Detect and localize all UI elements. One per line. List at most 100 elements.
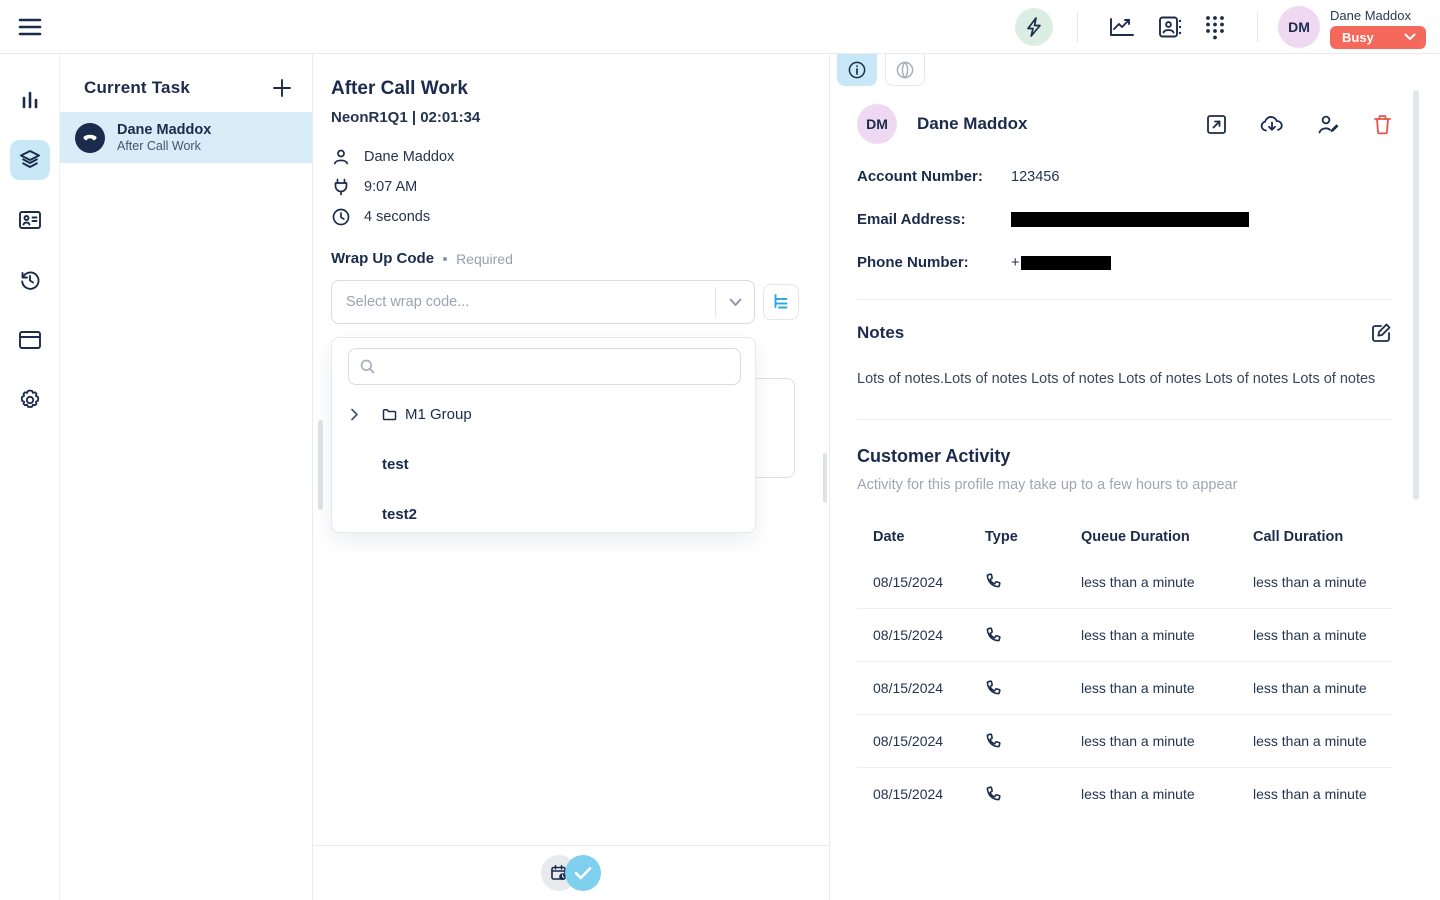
activity-queue-duration: less than a minute <box>1081 733 1253 749</box>
dropdown-search-input[interactable] <box>383 349 740 384</box>
nav-tasks[interactable] <box>0 130 60 190</box>
info-icon <box>847 60 867 80</box>
wrapup-label: Wrap Up Code <box>331 250 434 267</box>
dot-separator <box>443 257 447 261</box>
trash-icon <box>1373 114 1392 135</box>
col-type: Type <box>985 529 1081 545</box>
topbar: DM Dane Maddox Busy <box>0 0 1440 54</box>
wrapup-dropdown: M1 Group test test2 <box>331 337 756 533</box>
user-avatar[interactable]: DM <box>1278 6 1320 48</box>
lightning-icon <box>1025 17 1043 37</box>
contacts-book-icon[interactable] <box>1157 15 1182 39</box>
wrapup-option[interactable]: test2 <box>332 493 755 535</box>
activity-call-duration: less than a minute <box>1253 680 1392 696</box>
split-circle-icon <box>895 60 915 80</box>
plus-icon <box>272 78 292 98</box>
phone-call-icon <box>985 680 1081 697</box>
activity-date: 08/15/2024 <box>873 786 985 802</box>
history-icon <box>10 260 50 300</box>
dropdown-search[interactable] <box>348 348 741 385</box>
start-time: 9:07 AM <box>364 179 417 195</box>
task-footer <box>313 845 829 900</box>
complete-task-button[interactable] <box>565 855 601 891</box>
phone-prefix: + <box>1011 255 1019 271</box>
cloud-download-icon <box>1260 114 1284 134</box>
email-label: Email Address: <box>857 211 1011 228</box>
topbar-right-cluster: DM Dane Maddox Busy <box>1015 0 1426 54</box>
activity-call-duration: less than a minute <box>1253 786 1392 802</box>
analytics-chart-icon[interactable] <box>1109 15 1135 39</box>
wrapup-group-option[interactable]: M1 Group <box>332 393 755 435</box>
nav-contacts[interactable] <box>0 190 60 250</box>
notes-text: Lots of notes.Lots of notes Lots of note… <box>857 369 1392 389</box>
nav-browser[interactable] <box>0 310 60 370</box>
task-type-label: After Call Work <box>117 139 211 154</box>
phone-label: Phone Number: <box>857 254 1011 271</box>
status-label: Busy <box>1342 30 1374 45</box>
bar-chart-icon <box>10 80 50 120</box>
gear-icon <box>10 380 50 420</box>
status-dropdown-button[interactable]: Busy <box>1330 26 1426 49</box>
check-icon <box>574 866 592 880</box>
nav-settings[interactable] <box>0 370 60 430</box>
tree-view-button[interactable] <box>763 284 799 320</box>
task-detail-panel: After Call Work NeonR1Q1 | 02:01:34 Dane… <box>313 54 829 900</box>
phone-call-icon <box>985 573 1081 590</box>
phone-row: Phone Number: + <box>857 254 1440 271</box>
open-external-button[interactable] <box>1206 114 1227 135</box>
edit-contact-button[interactable] <box>1317 114 1340 135</box>
delete-contact-button[interactable] <box>1373 114 1392 135</box>
scrollbar-thumb[interactable] <box>823 453 827 503</box>
phone-call-icon <box>985 627 1081 644</box>
contact-profile-panel: DM Dane Maddox Account Number: 123456 Em… <box>829 54 1440 900</box>
nav-history[interactable] <box>0 250 60 310</box>
chevron-right-icon[interactable] <box>350 408 372 421</box>
power-dialer-button[interactable] <box>1015 8 1053 46</box>
activity-table-row[interactable]: 08/15/2024 less than a minute less than … <box>857 661 1392 714</box>
scrollbar-thumb[interactable] <box>1413 90 1419 500</box>
hamburger-menu-icon[interactable] <box>17 14 43 40</box>
activity-table-row[interactable]: 08/15/2024 less than a minute less than … <box>857 767 1392 820</box>
duration-row: 4 seconds <box>331 208 829 226</box>
window-icon <box>10 320 50 360</box>
activity-table-row[interactable]: 08/15/2024 less than a minute less than … <box>857 608 1392 661</box>
search-icon <box>360 359 375 374</box>
col-call-duration: Call Duration <box>1253 529 1392 545</box>
wrapup-option[interactable]: test <box>332 443 755 485</box>
edit-pencil-icon <box>1371 322 1392 343</box>
download-profile-button[interactable] <box>1260 114 1284 134</box>
activity-table-row[interactable]: 08/15/2024 less than a minute less than … <box>857 714 1392 767</box>
dialpad-icon[interactable] <box>1204 14 1226 40</box>
duration-value: 4 seconds <box>364 209 430 225</box>
profile-name: Dane Maddox <box>917 114 1206 134</box>
task-list-item[interactable]: Dane Maddox After Call Work <box>60 112 312 163</box>
contact-name-row: Dane Maddox <box>331 148 829 166</box>
profile-actions <box>1206 114 1392 135</box>
topbar-divider <box>1257 12 1258 42</box>
tree-list-icon <box>772 293 790 311</box>
phone-handset-icon <box>82 130 98 146</box>
activity-table: Date Type Queue Duration Call Duration 0… <box>857 519 1392 820</box>
call-avatar <box>75 123 105 153</box>
divider <box>857 419 1392 420</box>
account-number-label: Account Number: <box>857 168 1011 185</box>
scrollbar-thumb[interactable] <box>318 420 323 510</box>
activity-call-duration: less than a minute <box>1253 627 1392 643</box>
wrapup-select[interactable]: Select wrap code... <box>331 280 755 324</box>
activity-date: 08/15/2024 <box>873 680 985 696</box>
tasks-panel-title: Current Task <box>84 78 190 98</box>
activity-queue-duration: less than a minute <box>1081 627 1253 643</box>
tab-info[interactable] <box>837 54 877 86</box>
edit-notes-button[interactable] <box>1371 322 1392 343</box>
tab-ai-summary[interactable] <box>885 54 925 86</box>
task-title: After Call Work <box>331 78 829 100</box>
activity-table-row[interactable]: 08/15/2024 less than a minute less than … <box>857 555 1392 608</box>
layers-icon <box>10 140 50 180</box>
nav-reporting[interactable] <box>0 70 60 130</box>
activity-date: 08/15/2024 <box>873 574 985 590</box>
chevron-down-icon[interactable] <box>716 298 754 307</box>
add-task-button[interactable] <box>272 78 292 98</box>
wrapup-select-placeholder: Select wrap code... <box>332 294 715 310</box>
notes-title: Notes <box>857 323 904 343</box>
divider <box>857 299 1392 300</box>
